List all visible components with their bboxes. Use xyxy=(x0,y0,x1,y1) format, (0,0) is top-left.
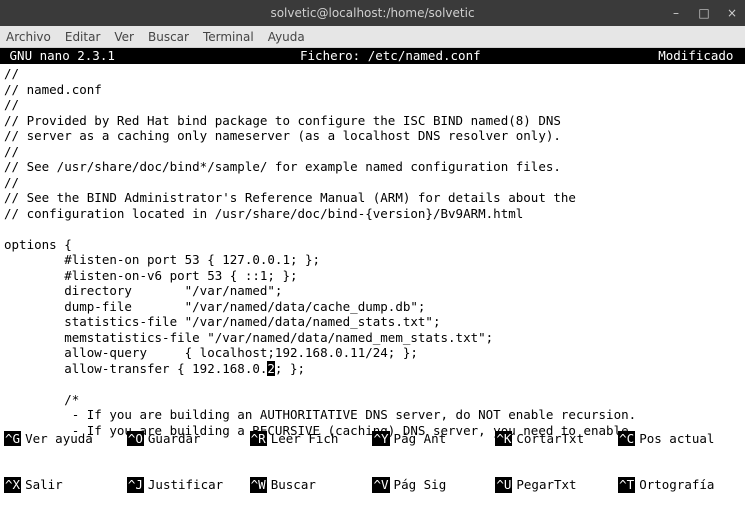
cursor: 2 xyxy=(267,361,275,377)
editor-line: options { xyxy=(4,237,741,253)
editor-line: directory "/var/named"; xyxy=(4,283,741,299)
editor-line: // xyxy=(4,175,741,191)
shortcut-item[interactable]: ^JJustificar xyxy=(127,477,250,493)
shortcut-item[interactable]: ^GVer ayuda xyxy=(4,431,127,447)
shortcut-key: ^W xyxy=(250,477,267,493)
editor-line: // See /usr/share/doc/bind*/sample/ for … xyxy=(4,159,741,175)
editor-line: #listen-on port 53 { 127.0.0.1; }; xyxy=(4,252,741,268)
shortcut-label: Ver ayuda xyxy=(25,431,93,447)
shortcut-key: ^Y xyxy=(372,431,389,447)
shortcut-item[interactable]: ^TOrtografía xyxy=(618,477,741,493)
editor-line xyxy=(4,221,741,237)
shortcut-row-2: ^XSalir^JJustificar^WBuscar^VPág Sig^UPe… xyxy=(4,477,741,493)
shortcut-item[interactable]: ^CPos actual xyxy=(618,431,741,447)
shortcut-key: ^T xyxy=(618,477,635,493)
editor-line: #listen-on-v6 port 53 { ::1; }; xyxy=(4,268,741,284)
editor-line: // server as a caching only nameserver (… xyxy=(4,128,741,144)
nano-shortcuts: ^GVer ayuda^OGuardar^RLeer Fich^YPág Ant… xyxy=(4,400,741,509)
editor-line: // named.conf xyxy=(4,82,741,98)
editor-line: // configuration located in /usr/share/d… xyxy=(4,206,741,222)
editor-line: // xyxy=(4,66,741,82)
editor-line: // xyxy=(4,144,741,160)
shortcut-label: Buscar xyxy=(271,477,316,493)
shortcut-item[interactable]: ^Y Pág Ant xyxy=(372,431,495,447)
window-controls: – □ × xyxy=(669,0,739,26)
shortcut-label: Pos actual xyxy=(639,431,714,447)
shortcut-item[interactable]: ^RLeer Fich xyxy=(250,431,373,447)
shortcut-label: Pág Sig xyxy=(394,477,447,493)
editor-line xyxy=(4,376,741,392)
window-title: solvetic@localhost:/home/solvetic xyxy=(270,6,474,20)
editor-line: allow-transfer { 192.168.0.2; }; xyxy=(4,361,741,377)
shortcut-key: ^U xyxy=(495,477,512,493)
minimize-button[interactable]: – xyxy=(669,6,683,20)
menubar: Archivo Editar Ver Buscar Terminal Ayuda xyxy=(0,26,745,48)
shortcut-item[interactable]: ^KCortarTxt xyxy=(495,431,618,447)
menu-editar[interactable]: Editar xyxy=(65,30,101,44)
menu-ver[interactable]: Ver xyxy=(114,30,134,44)
shortcut-item[interactable]: ^OGuardar xyxy=(127,431,250,447)
shortcut-row-1: ^GVer ayuda^OGuardar^RLeer Fich^YPág Ant… xyxy=(4,431,741,447)
shortcut-item[interactable]: ^UPegarTxt xyxy=(495,477,618,493)
shortcut-item[interactable]: ^WBuscar xyxy=(250,477,373,493)
shortcut-label: CortarTxt xyxy=(516,431,584,447)
window-titlebar: solvetic@localhost:/home/solvetic – □ × xyxy=(0,0,745,26)
shortcut-label: PegarTxt xyxy=(516,477,576,493)
editor-area[interactable]: //// named.conf//// Provided by Red Hat … xyxy=(0,64,745,438)
nano-version: GNU nano 2.3.1 xyxy=(0,48,128,64)
shortcut-key: ^G xyxy=(4,431,21,447)
nano-status: Modificado xyxy=(652,48,745,64)
menu-archivo[interactable]: Archivo xyxy=(6,30,51,44)
shortcut-label: Leer Fich xyxy=(271,431,339,447)
shortcut-label: Salir xyxy=(25,477,63,493)
editor-line: statistics-file "/var/named/data/named_s… xyxy=(4,314,741,330)
menu-buscar[interactable]: Buscar xyxy=(148,30,189,44)
editor-line: dump-file "/var/named/data/cache_dump.db… xyxy=(4,299,741,315)
shortcut-item[interactable]: ^V Pág Sig xyxy=(372,477,495,493)
shortcut-key: ^C xyxy=(618,431,635,447)
shortcut-key: ^O xyxy=(127,431,144,447)
shortcut-label: Guardar xyxy=(148,431,201,447)
nano-file-label: Fichero: /etc/named.conf xyxy=(128,48,652,64)
menu-terminal[interactable]: Terminal xyxy=(203,30,254,44)
shortcut-key: ^V xyxy=(372,477,389,493)
close-button[interactable]: × xyxy=(725,6,739,20)
editor-line: // xyxy=(4,97,741,113)
editor-line: memstatistics-file "/var/named/data/name… xyxy=(4,330,741,346)
maximize-button[interactable]: □ xyxy=(697,6,711,20)
editor-line: // Provided by Red Hat bind package to c… xyxy=(4,113,741,129)
shortcut-key: ^R xyxy=(250,431,267,447)
editor-line: allow-query { localhost;192.168.0.11/24;… xyxy=(4,345,741,361)
editor-line: // See the BIND Administrator's Referenc… xyxy=(4,190,741,206)
shortcut-key: ^K xyxy=(495,431,512,447)
menu-ayuda[interactable]: Ayuda xyxy=(268,30,305,44)
shortcut-label: Ortografía xyxy=(639,477,714,493)
shortcut-key: ^X xyxy=(4,477,21,493)
shortcut-item[interactable]: ^XSalir xyxy=(4,477,127,493)
nano-header: GNU nano 2.3.1 Fichero: /etc/named.conf … xyxy=(0,48,745,64)
shortcut-key: ^J xyxy=(127,477,144,493)
shortcut-label: Pág Ant xyxy=(394,431,447,447)
shortcut-label: Justificar xyxy=(148,477,223,493)
